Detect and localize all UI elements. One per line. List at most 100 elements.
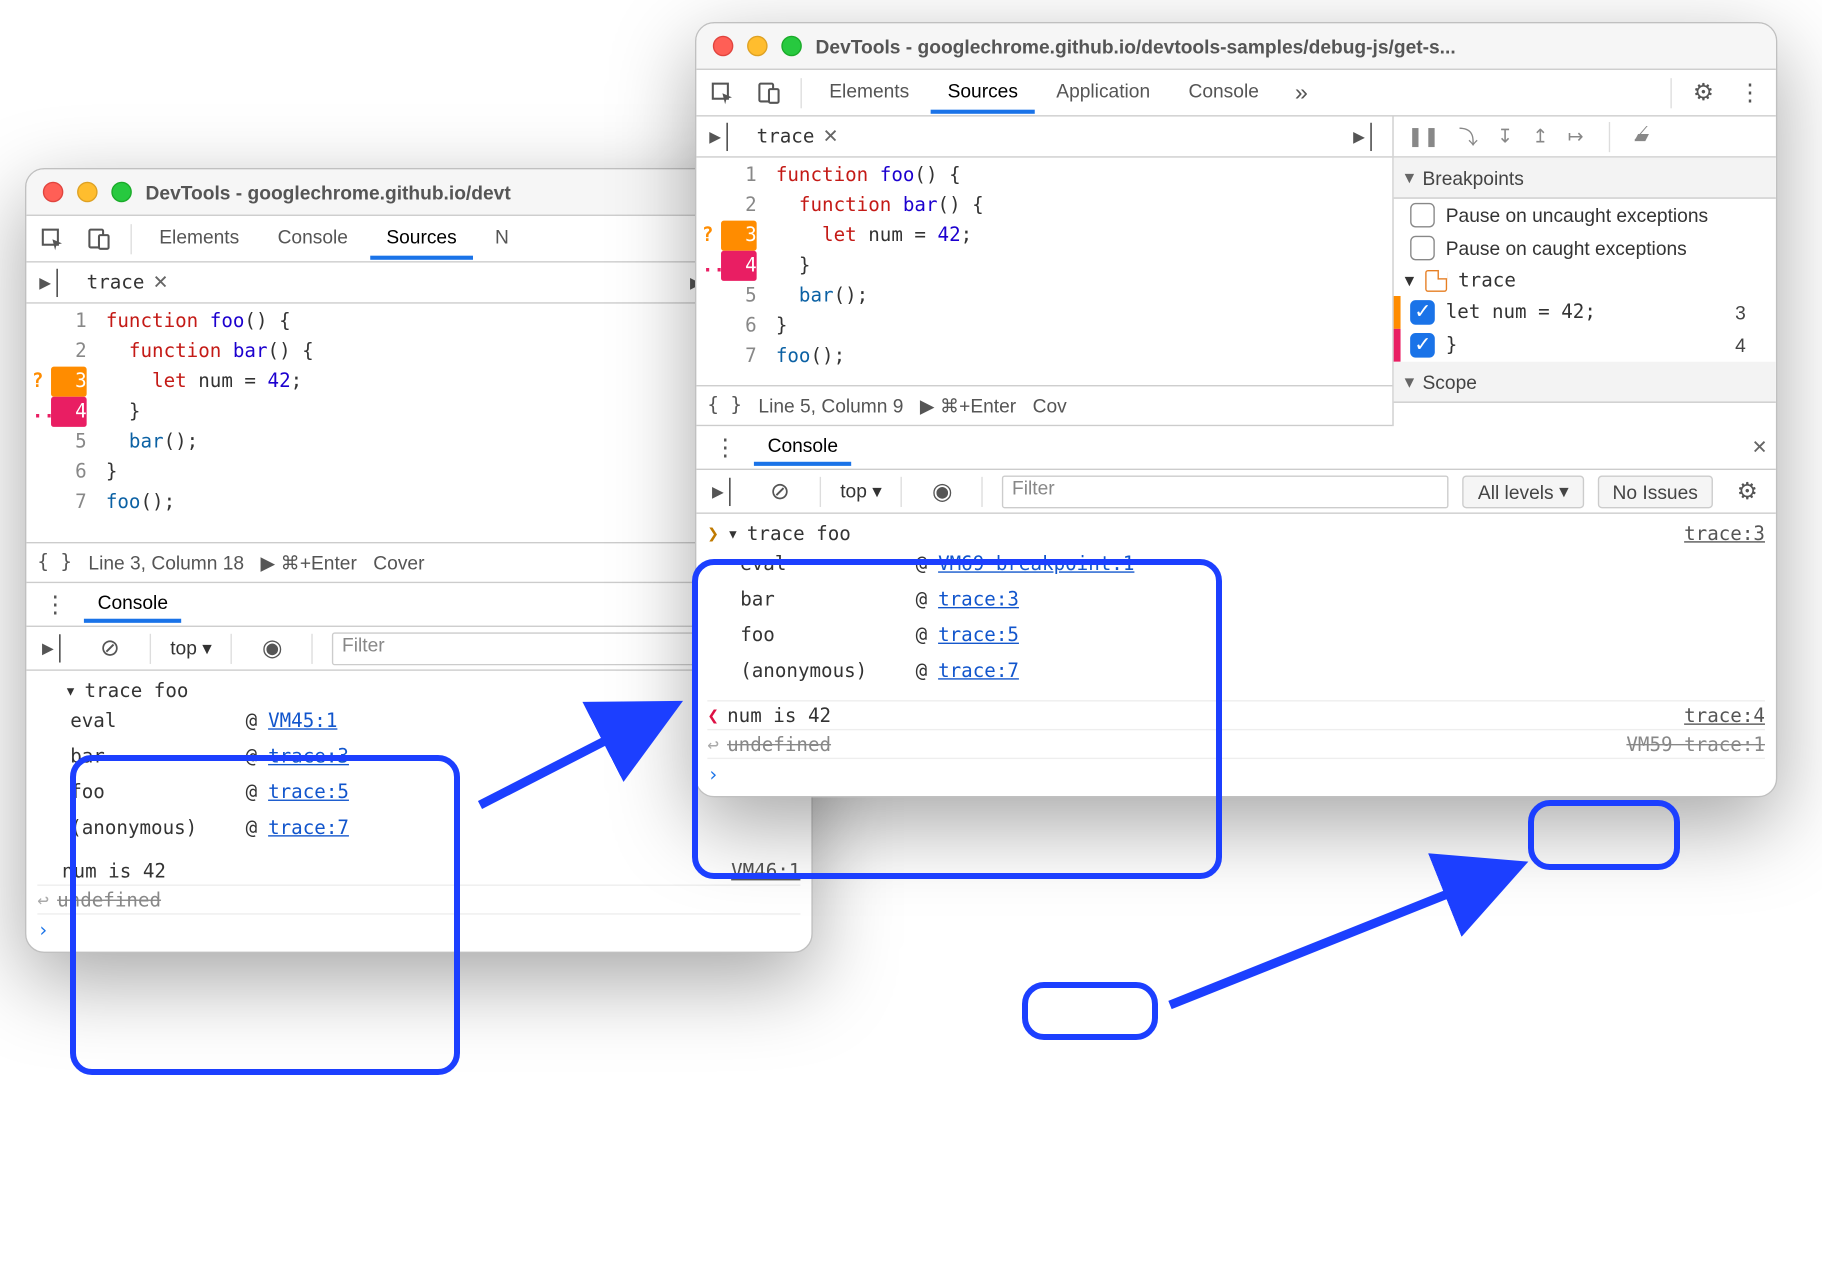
eye-icon[interactable]: ◉ [252, 630, 293, 666]
tab-elements[interactable]: Elements [143, 217, 256, 259]
tab-more-truncated[interactable]: N [479, 217, 512, 259]
tab-sources[interactable]: Sources [931, 71, 1034, 113]
source-link[interactable]: trace:3 [938, 589, 1019, 611]
file-tab-label[interactable]: trace [757, 125, 815, 147]
source-link[interactable]: VM46:1 [731, 861, 800, 883]
close-tab-icon[interactable]: ✕ [153, 271, 169, 294]
console-output[interactable]: ❯ ▾ trace foo trace:3 eval@ VM69 breakpo… [696, 514, 1776, 796]
deactivate-breakpoints-icon[interactable]: ▰⟋ [1634, 125, 1649, 148]
tab-bar: Elements Console Sources N [26, 216, 811, 263]
device-icon[interactable] [748, 75, 789, 111]
close-window-icon[interactable] [713, 36, 734, 57]
kebab-icon[interactable]: ⋮ [1729, 75, 1770, 111]
editor-status: { } Line 5, Column 9 ▶ ⌘+Enter Cov [696, 385, 1392, 426]
inspect-icon[interactable] [702, 75, 743, 111]
minimize-window-icon[interactable] [747, 36, 768, 57]
breakpoint-checkbox[interactable] [1410, 300, 1435, 325]
tab-console[interactable]: Console [1172, 71, 1275, 113]
source-link[interactable]: trace:4 [1684, 706, 1765, 728]
prompt-icon[interactable]: › [707, 765, 719, 787]
tab-elements[interactable]: Elements [813, 71, 926, 113]
tab-bar: Elements Sources Application Console » ⚙… [696, 70, 1776, 117]
pause-icon[interactable]: ❚❚ [1407, 125, 1439, 148]
more-tabs-icon[interactable]: » [1281, 75, 1322, 111]
code-lines[interactable]: function foo() { function bar() { let nu… [765, 158, 995, 374]
minimize-window-icon[interactable] [77, 182, 98, 203]
panel-scope[interactable]: Scope [1423, 371, 1477, 393]
sidebar-toggle-icon[interactable]: ▸│ [32, 265, 73, 301]
filter-input[interactable]: Filter [1002, 475, 1449, 508]
tab-application[interactable]: Application [1040, 71, 1167, 113]
source-link[interactable]: trace:3 [1684, 523, 1765, 545]
coverage-label[interactable]: Cover [373, 552, 424, 574]
breakpoint-checkbox[interactable] [1410, 333, 1435, 358]
input-icon: ❯ [707, 523, 719, 545]
kebab-icon[interactable]: ⋮ [705, 430, 746, 466]
coverage-label[interactable]: Cov [1033, 395, 1067, 417]
chevron-down-icon[interactable]: ▾ [1405, 166, 1415, 189]
chevron-down-icon[interactable]: ▾ [1405, 370, 1415, 393]
more-tabs-icon[interactable]: ▸│ [1346, 119, 1387, 155]
prompt-icon[interactable]: › [37, 920, 49, 942]
source-link[interactable]: VM45:1 [268, 711, 337, 733]
source-link[interactable]: trace:3 [268, 746, 349, 768]
undefined-value: undefined [57, 890, 161, 912]
stack-trace: eval@ VM45:1 bar@ trace:3 foo@ trace:5 (… [70, 704, 800, 846]
uncaught-checkbox[interactable] [1410, 203, 1435, 228]
chevron-down-icon[interactable]: ▾ [727, 523, 739, 545]
breakpoint-code[interactable]: } [1446, 334, 1458, 356]
close-drawer-icon[interactable]: ✕ [1752, 436, 1768, 459]
pretty-print-icon[interactable]: { } [707, 395, 742, 417]
close-tab-icon[interactable]: ✕ [823, 125, 839, 148]
drawer-tab-console[interactable]: Console [84, 586, 182, 623]
step-out-icon[interactable]: ↥ [1532, 125, 1548, 148]
code-lines[interactable]: function foo() { function bar() { let nu… [95, 304, 325, 520]
source-link[interactable]: trace:5 [938, 625, 1019, 647]
close-window-icon[interactable] [43, 182, 64, 203]
return-icon: ↩ [37, 890, 49, 912]
eye-icon[interactable]: ◉ [922, 473, 963, 509]
step-over-icon[interactable]: ⤵ [1459, 123, 1478, 150]
panel-breakpoints[interactable]: Breakpoints [1423, 167, 1524, 189]
no-issues-button[interactable]: No Issues [1597, 475, 1712, 508]
tab-sources[interactable]: Sources [370, 217, 473, 259]
zoom-window-icon[interactable] [781, 36, 802, 57]
console-output[interactable]: ▾ trace foo eval@ VM45:1 bar@ trace:3 fo… [26, 671, 811, 952]
context-selector[interactable]: top ▾ [170, 637, 212, 660]
gear-icon[interactable]: ⚙ [1683, 75, 1724, 111]
breakpoint-file[interactable]: trace [1458, 269, 1516, 291]
chevron-down-icon[interactable]: ▾ [65, 680, 77, 702]
source-link[interactable]: trace:7 [268, 817, 349, 839]
sidebar-toggle-icon[interactable]: ▸│ [702, 119, 743, 155]
chevron-down-icon[interactable]: ▾ [1405, 269, 1415, 292]
context-selector[interactable]: top ▾ [840, 480, 882, 503]
tab-console[interactable]: Console [261, 217, 364, 259]
clear-console-icon[interactable]: ⊘ [759, 473, 800, 509]
source-link[interactable]: VM69 breakpoint:1 [938, 554, 1134, 576]
step-icon[interactable]: ↦ [1568, 125, 1584, 148]
pretty-print-icon[interactable]: { } [37, 552, 72, 574]
clear-console-icon[interactable]: ⊘ [89, 630, 130, 666]
devtools-window-right: DevTools - googlechrome.github.io/devtoo… [695, 22, 1777, 797]
sidebar-toggle-icon[interactable]: ▸│ [35, 630, 76, 666]
kebab-icon[interactable]: ⋮ [35, 587, 76, 623]
device-icon[interactable] [78, 221, 119, 257]
gear-icon[interactable]: ⚙ [1727, 473, 1768, 509]
log-levels-selector[interactable]: All levels ▾ [1463, 475, 1584, 508]
caught-checkbox[interactable] [1410, 236, 1435, 261]
sidebar-toggle-icon[interactable]: ▸│ [705, 473, 746, 509]
pause-caught-label: Pause on caught exceptions [1446, 237, 1687, 259]
drawer-tab-console[interactable]: Console [754, 429, 852, 466]
inspect-icon[interactable] [32, 221, 73, 257]
code-editor[interactable]: 1 2 ?3 ..4 5 6 7 function foo() { functi… [26, 304, 729, 520]
zoom-window-icon[interactable] [111, 182, 132, 203]
window-title: DevTools - googlechrome.github.io/devtoo… [816, 35, 1760, 57]
file-tab-label[interactable]: trace [87, 271, 145, 293]
source-link[interactable]: trace:5 [268, 782, 349, 804]
code-editor[interactable]: 1 2 ?3 ..4 5 6 7 function foo() { functi… [696, 158, 1392, 374]
breakpoint-code[interactable]: let num = 42; [1446, 301, 1596, 323]
drawer-tab-bar: ⋮ Console ✕ [696, 426, 1776, 470]
source-link[interactable]: VM59 trace:1 [1626, 734, 1765, 756]
source-link[interactable]: trace:7 [938, 660, 1019, 682]
step-into-icon[interactable]: ↧ [1497, 125, 1513, 148]
